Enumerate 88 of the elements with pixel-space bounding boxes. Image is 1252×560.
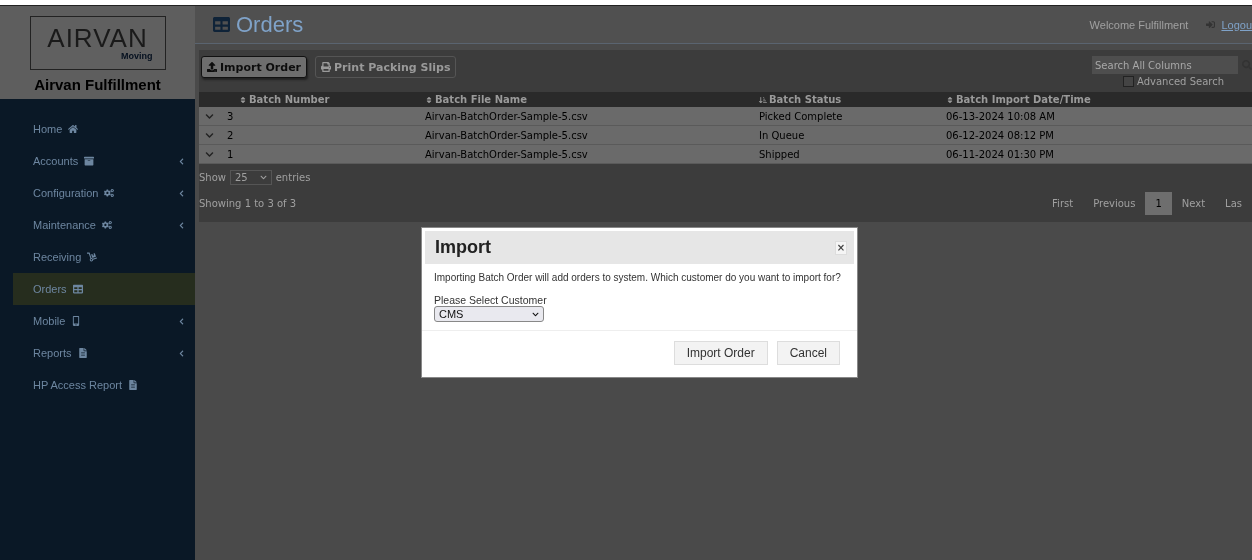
nav-label: Maintenance <box>33 219 96 231</box>
document-icon <box>128 380 139 390</box>
upload-icon <box>207 62 217 72</box>
import-order-button[interactable]: Import Order <box>673 341 768 365</box>
chevron-icon <box>178 317 185 325</box>
nav-item[interactable]: Reports <box>0 337 195 369</box>
sort-icon <box>239 95 247 104</box>
chevron-icon <box>178 221 185 229</box>
page-link[interactable]: Las <box>1215 191 1252 215</box>
nav-item[interactable]: Receiving <box>0 241 195 273</box>
dolly-icon <box>87 252 98 262</box>
caret-icon <box>532 310 539 318</box>
nav-item[interactable]: Home <box>0 113 195 145</box>
page-link[interactable]: First <box>1042 191 1084 215</box>
column-header[interactable]: Batch Status <box>757 92 944 107</box>
chevron-icon <box>178 349 185 357</box>
caret-icon <box>259 173 267 181</box>
logout-link[interactable]: Logou <box>1221 18 1252 31</box>
chevron-icon <box>178 189 185 197</box>
table-cell: 06-13-2024 10:08 AM <box>944 107 1252 126</box>
search-field[interactable]: Search All Columns <box>1092 56 1238 74</box>
column-header <box>199 92 225 107</box>
page-title: Orders <box>236 11 305 38</box>
printer-icon <box>321 62 332 72</box>
table-cell: 06-12-2024 08:12 PM <box>944 126 1252 145</box>
page-link[interactable]: 1 <box>1145 191 1172 215</box>
logo-tagline: Moving <box>121 51 153 61</box>
table-cell: In Queue <box>757 126 944 145</box>
table-cell: Picked Complete <box>757 107 944 126</box>
close-button[interactable]: × <box>835 240 847 255</box>
table-info: Showing 1 to 3 of 3 <box>199 197 298 209</box>
nav-item[interactable]: HP Access Report <box>0 369 195 401</box>
table-icon <box>213 16 230 33</box>
logo-wordmark: AIRVAN <box>47 25 148 51</box>
gears-icon <box>102 220 112 230</box>
phone-icon <box>71 316 82 326</box>
table-cell: 1 <box>225 145 423 164</box>
nav-label: Orders <box>33 283 67 295</box>
column-header[interactable]: Batch Import Date/Time <box>944 92 1252 107</box>
chevron-icon <box>178 157 185 165</box>
archive-icon <box>84 156 95 166</box>
table-cell: 2 <box>225 126 423 145</box>
nav-label: Configuration <box>33 187 99 199</box>
nav-label: Home <box>33 123 63 135</box>
dialog-message: Importing Batch Order will add orders to system. Which customer do you want to import for? <box>434 271 842 284</box>
brand-name: Airvan Fulfillment <box>34 76 161 93</box>
nav-label: Accounts <box>33 155 79 167</box>
nav-item[interactable]: Orders <box>13 273 195 305</box>
table-cell: Airvan-BatchOrder-Sample-5.csv <box>423 126 757 145</box>
nav-item[interactable]: Mobile <box>0 305 195 337</box>
column-header[interactable]: Batch File Name <box>423 92 757 107</box>
welcome-text: Welcome Fulfillment <box>1089 18 1189 31</box>
nav-label: HP Access Report <box>33 379 123 391</box>
home-icon <box>68 124 79 134</box>
table-cell: Shipped <box>757 145 944 164</box>
table-cell: 3 <box>225 107 423 126</box>
sort-icon <box>946 95 954 104</box>
page-link[interactable]: Next <box>1171 191 1216 215</box>
sort-icon <box>425 95 433 104</box>
checkbox[interactable] <box>1123 76 1135 87</box>
page-link[interactable]: Previous <box>1083 191 1146 215</box>
nav-item[interactable]: Configuration <box>0 177 195 209</box>
sorted-icon <box>759 95 767 104</box>
field-label: Please Select Customer <box>434 294 548 306</box>
table-cell: Airvan-BatchOrder-Sample-5.csv <box>423 107 757 126</box>
nav-label: Receiving <box>33 251 82 263</box>
dialog-title: Import <box>435 237 492 258</box>
customer-select[interactable]: CMS <box>434 306 544 322</box>
table-icon <box>72 284 83 294</box>
length-select[interactable]: 25 <box>230 169 272 185</box>
checkbox-label: Advanced Search <box>1137 76 1224 87</box>
expand-icon[interactable] <box>205 111 214 121</box>
expand-icon[interactable] <box>205 130 214 140</box>
document-icon <box>77 348 88 358</box>
logout-icon <box>1206 20 1216 29</box>
expand-icon[interactable] <box>205 149 214 159</box>
nav-label: Mobile <box>33 315 66 327</box>
nav-label: Reports <box>33 347 72 359</box>
column-header[interactable]: Batch Number <box>225 92 423 107</box>
import-order-button[interactable]: Import Order <box>201 56 308 78</box>
cancel-button[interactable]: Cancel <box>776 341 840 365</box>
nav-item[interactable]: Maintenance <box>0 209 195 241</box>
gears-icon <box>104 188 115 198</box>
table-cell: 06-11-2024 01:30 PM <box>944 145 1252 164</box>
length-label: entries <box>275 171 311 183</box>
nav-item[interactable]: Accounts <box>0 145 195 177</box>
table-cell: Airvan-BatchOrder-Sample-5.csv <box>423 145 757 164</box>
length-label: Show <box>199 171 226 183</box>
